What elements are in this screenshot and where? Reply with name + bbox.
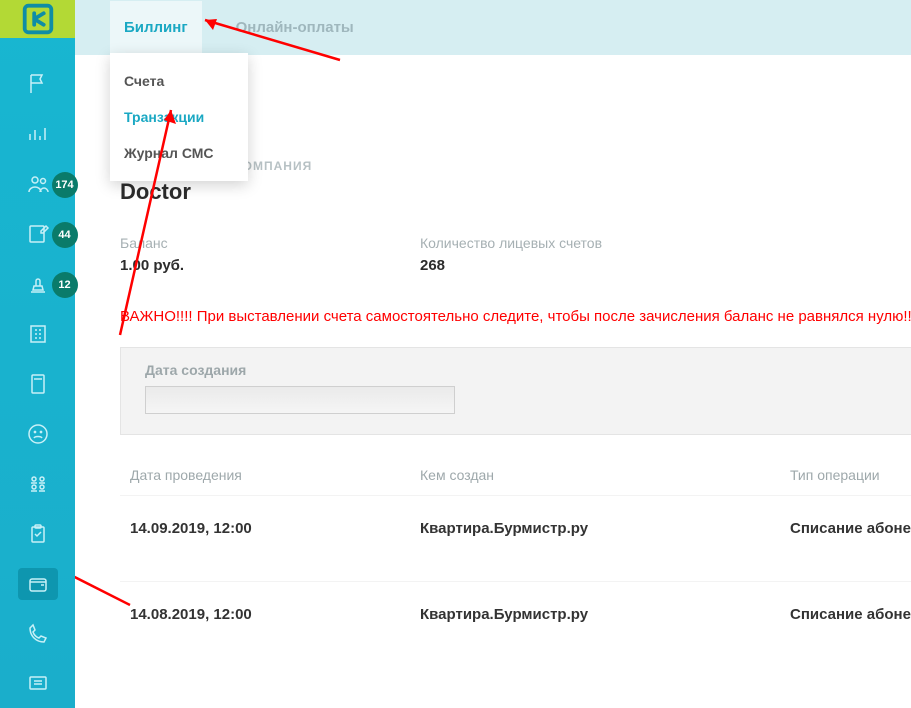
logo[interactable] bbox=[0, 0, 75, 38]
dropdown-item-accounts[interactable]: Счета bbox=[110, 63, 248, 99]
billing-dropdown: Счета Транзакции Журнал СМС bbox=[110, 53, 248, 181]
balance-label: Баланс bbox=[120, 235, 420, 251]
company-name: Doctor bbox=[120, 179, 911, 205]
table-head: Дата проведения Кем создан Тип операции bbox=[120, 467, 911, 495]
accounts-value: 268 bbox=[420, 257, 720, 274]
td-creator: Квартира.Бурмистр.ру bbox=[420, 606, 790, 623]
balance-value: 1.00 руб. bbox=[120, 257, 420, 274]
tab-online-payments[interactable]: Онлайн-оплаты bbox=[222, 1, 368, 54]
nav-chart-icon[interactable] bbox=[18, 118, 58, 150]
dropdown-item-sms-log[interactable]: Журнал СМС bbox=[110, 135, 248, 171]
badge-edit: 44 bbox=[52, 222, 78, 248]
main: Биллинг Онлайн-оплаты Счета Транзакции Ж… bbox=[75, 0, 911, 708]
nav-wallet-icon[interactable] bbox=[18, 568, 58, 600]
badge-stamp: 12 bbox=[52, 272, 78, 298]
stat-row: Баланс 1.00 руб. Количество лицевых счет… bbox=[120, 235, 911, 274]
filter-date-label: Дата создания bbox=[145, 362, 911, 378]
nav-building-icon[interactable] bbox=[18, 318, 58, 350]
stat-balance: Баланс 1.00 руб. bbox=[120, 235, 420, 274]
th-creator: Кем создан bbox=[420, 467, 790, 483]
th-type: Тип операции bbox=[790, 467, 911, 483]
accounts-label: Количество лицевых счетов bbox=[420, 235, 720, 251]
dropdown-item-transactions[interactable]: Транзакции bbox=[110, 99, 248, 135]
page-title-fragment: ии bbox=[180, 73, 911, 99]
nav-phone-icon[interactable] bbox=[18, 618, 58, 650]
nav-screen-icon[interactable] bbox=[18, 668, 58, 700]
warning-text: ВАЖНО!!!! При выставлении счета самостоя… bbox=[120, 308, 911, 325]
table-row[interactable]: 14.08.2019, 12:00 Квартира.Бурмистр.ру С… bbox=[120, 581, 911, 647]
th-date: Дата проведения bbox=[130, 467, 420, 483]
badge-people: 174 bbox=[52, 172, 78, 198]
top-tabs: Биллинг Онлайн-оплаты bbox=[75, 0, 911, 55]
td-date: 14.08.2019, 12:00 bbox=[130, 606, 420, 623]
sidebar: 174 44 12 bbox=[0, 0, 75, 708]
td-type: Списание абонент bbox=[790, 520, 911, 537]
nav-list: 174 44 12 bbox=[0, 68, 75, 708]
td-date: 14.09.2019, 12:00 bbox=[130, 520, 420, 537]
nav-clipboard-icon[interactable] bbox=[18, 518, 58, 550]
tab-billing[interactable]: Биллинг bbox=[110, 1, 202, 54]
filter-bar: Дата создания bbox=[120, 347, 911, 435]
stat-accounts: Количество лицевых счетов 268 bbox=[420, 235, 720, 274]
nav-edit-icon[interactable]: 44 bbox=[18, 218, 58, 250]
breadcrumb-fragment: закции bbox=[180, 105, 911, 121]
filter-date-input[interactable] bbox=[145, 386, 455, 414]
nav-flag-icon[interactable] bbox=[18, 68, 58, 100]
nav-group-icon[interactable] bbox=[18, 468, 58, 500]
td-creator: Квартира.Бурмистр.ру bbox=[420, 520, 790, 537]
table-row[interactable]: 14.09.2019, 12:00 Квартира.Бурмистр.ру С… bbox=[120, 495, 911, 561]
nav-sad-icon[interactable] bbox=[18, 418, 58, 450]
nav-calculator-icon[interactable] bbox=[18, 368, 58, 400]
transactions-table: Дата проведения Кем создан Тип операции … bbox=[120, 467, 911, 647]
td-type: Списание абонент bbox=[790, 606, 911, 623]
nav-stamp-icon[interactable]: 12 bbox=[18, 268, 58, 300]
nav-people-icon[interactable]: 174 bbox=[18, 168, 58, 200]
